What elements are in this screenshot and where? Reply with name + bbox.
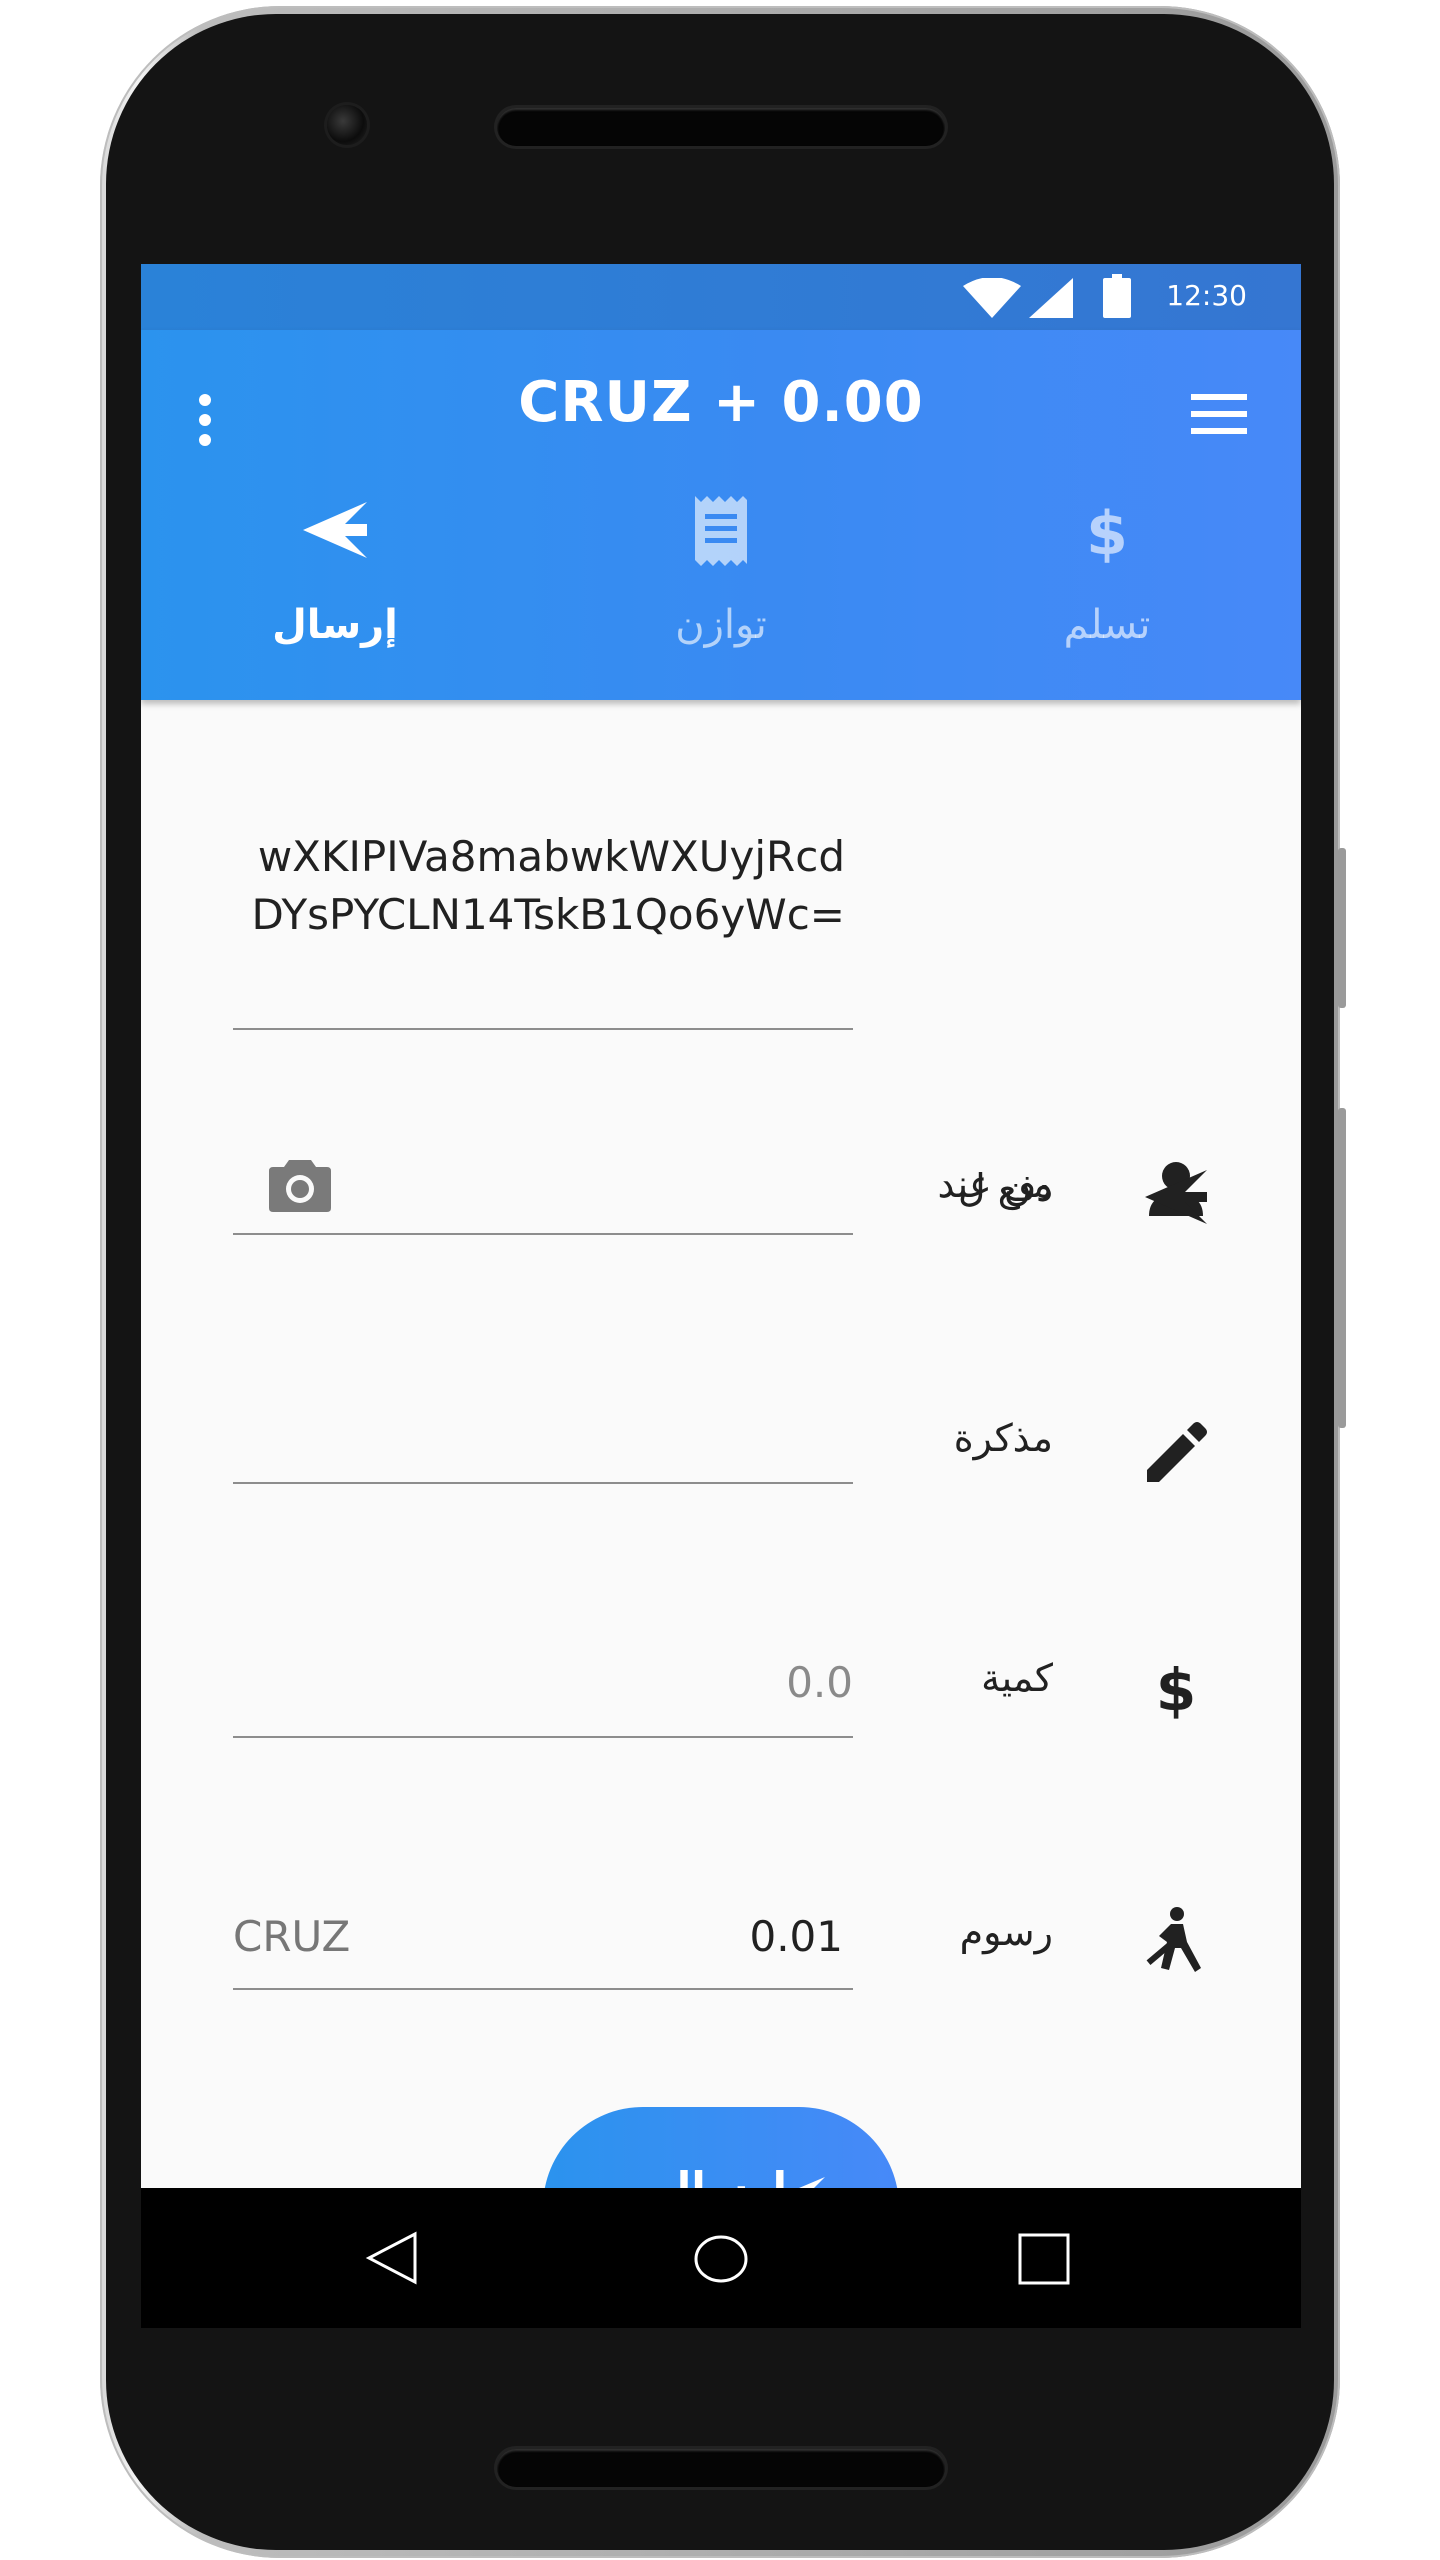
svg-text:$: $ bbox=[1156, 1656, 1196, 1722]
send-icon bbox=[303, 502, 367, 558]
memo-input[interactable] bbox=[233, 1384, 853, 1480]
home-icon[interactable] bbox=[693, 2234, 749, 2284]
status-time: 12:30 bbox=[1166, 279, 1247, 312]
screen: 12:30 CRUZ + 0.00 إرسال توازن $ تسلم من … bbox=[141, 264, 1301, 2328]
dollar-icon: $ bbox=[1086, 499, 1128, 569]
menu-icon[interactable] bbox=[1191, 392, 1247, 436]
pay-to-label: دفع ل bbox=[958, 1166, 1053, 1210]
receipt-icon bbox=[695, 496, 747, 566]
pay-to-input[interactable] bbox=[233, 1124, 853, 1224]
app-bar: CRUZ + 0.00 إرسال توازن $ تسلم bbox=[141, 330, 1301, 700]
tab-send[interactable]: إرسال bbox=[185, 490, 485, 690]
tab-balance-label: توازن bbox=[675, 602, 767, 648]
pay-to-underline bbox=[233, 1233, 853, 1235]
fee-value: 0.01 bbox=[749, 1912, 843, 1961]
system-nav-bar bbox=[141, 2188, 1301, 2328]
back-icon[interactable] bbox=[363, 2230, 419, 2286]
recents-icon[interactable] bbox=[1017, 2232, 1071, 2286]
send-icon bbox=[1145, 1170, 1207, 1224]
battery-icon bbox=[1103, 274, 1131, 318]
amount-input[interactable] bbox=[233, 1644, 853, 1734]
from-address[interactable]: wXKIPIVa8mabwkWXUyjRcdDYsPYCLN14TskB1Qo6… bbox=[233, 828, 845, 944]
pencil-icon bbox=[1147, 1422, 1207, 1482]
amount-underline bbox=[233, 1736, 853, 1738]
power-button bbox=[1338, 848, 1346, 1008]
svg-text:$: $ bbox=[1086, 499, 1128, 569]
fee-unit: CRUZ bbox=[233, 1912, 351, 1961]
front-camera bbox=[327, 105, 367, 145]
signal-icon bbox=[1029, 278, 1073, 318]
app-title: CRUZ + 0.00 bbox=[518, 370, 924, 435]
from-underline bbox=[233, 1028, 853, 1030]
tab-balance[interactable]: توازن bbox=[571, 490, 871, 690]
amount-placeholder: 0.0 bbox=[786, 1658, 853, 1707]
volume-button bbox=[1338, 1108, 1346, 1428]
tab-receive-label: تسلم bbox=[1063, 602, 1151, 648]
tab-receive[interactable]: $ تسلم bbox=[957, 490, 1257, 690]
fee-label: رسوم bbox=[959, 1910, 1053, 1954]
amount-label: كمية bbox=[981, 1656, 1053, 1700]
memo-underline bbox=[233, 1482, 853, 1484]
tab-send-label: إرسال bbox=[272, 602, 398, 648]
top-speaker bbox=[497, 108, 945, 146]
memo-label: مذكرة bbox=[953, 1416, 1053, 1460]
wifi-icon bbox=[963, 278, 1021, 318]
fee-underline bbox=[233, 1988, 853, 1990]
camera-icon[interactable] bbox=[269, 1156, 331, 1212]
dollar-icon: $ bbox=[1156, 1656, 1196, 1722]
status-bar: 12:30 bbox=[141, 264, 1301, 330]
bottom-speaker bbox=[497, 2449, 945, 2487]
fee-icon bbox=[1146, 1907, 1201, 1972]
